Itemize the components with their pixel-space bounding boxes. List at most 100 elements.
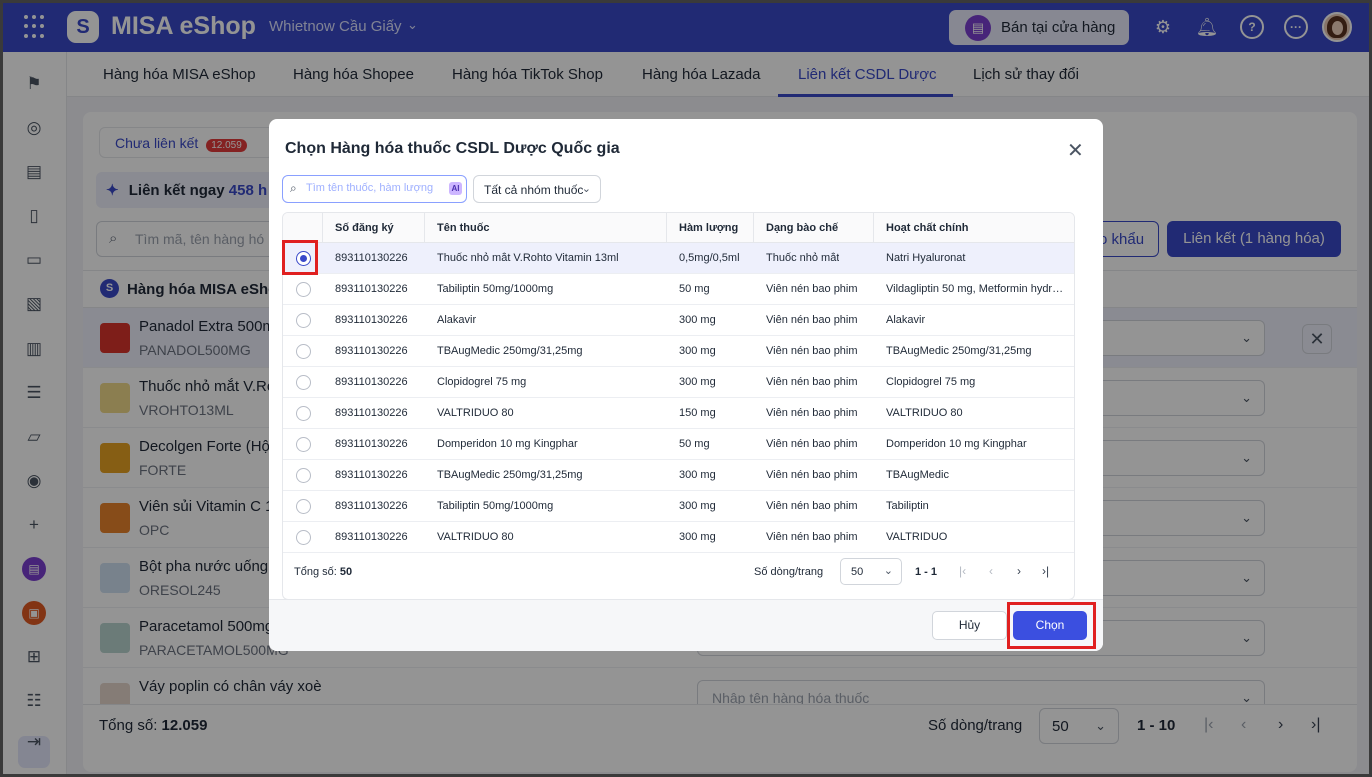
active-ingredient-cell: Clopidogrel 75 mg (886, 376, 976, 388)
dialog-rows-per-page-select[interactable]: 50 ⌄ (840, 558, 902, 585)
drug-search-placeholder: Tìm tên thuốc, hàm lượng (306, 182, 434, 194)
row-radio[interactable] (296, 499, 311, 514)
last-page-icon[interactable]: ›| (1042, 564, 1049, 578)
reg-no-cell: 893110130226 (335, 345, 408, 357)
table-row[interactable]: 893110130226 Clopidogrel 75 mg 300 mg Vi… (283, 367, 1074, 398)
column-divider (753, 213, 754, 243)
column-header-dosage: Hàm lượng (679, 222, 739, 234)
next-page-icon[interactable]: › (1017, 564, 1021, 578)
reg-no-cell: 893110130226 (335, 531, 408, 543)
prev-page-icon[interactable]: ‹ (989, 564, 993, 578)
form-cell: Viên nén bao phim (766, 283, 858, 295)
active-ingredient-cell: Domperidon 10 mg Kingphar (886, 438, 1027, 450)
table-row[interactable]: 893110130226 TBAugMedic 250mg/31,25mg 30… (283, 336, 1074, 367)
dosage-cell: 50 mg (679, 283, 710, 295)
reg-no-cell: 893110130226 (335, 252, 408, 264)
form-cell: Viên nén bao phim (766, 531, 858, 543)
table-row[interactable]: 893110130226 Tabiliptin 50mg/1000mg 50 m… (283, 274, 1074, 305)
active-ingredient-cell: Tabiliptin (886, 500, 929, 512)
row-radio[interactable] (296, 313, 311, 328)
form-cell: Viên nén bao phim (766, 314, 858, 326)
table-row[interactable]: 893110130226 VALTRIDUO 80 150 mg Viên né… (283, 398, 1074, 429)
table-row[interactable]: 893110130226 Alakavir 300 mg Viên nén ba… (283, 305, 1074, 336)
active-ingredient-cell: Natri Hyaluronat (886, 252, 966, 264)
active-ingredient-cell: Alakavir (886, 314, 926, 326)
cancel-button[interactable]: Hủy (932, 611, 1007, 640)
table-row[interactable]: 893110130226 Tabiliptin 50mg/1000mg 300 … (283, 491, 1074, 522)
reg-no-cell: 893110130226 (335, 407, 408, 419)
column-divider (873, 213, 874, 243)
column-header-drug-name: Tên thuốc (437, 222, 490, 234)
dosage-cell: 300 mg (679, 469, 716, 481)
first-page-icon[interactable]: |‹ (959, 564, 966, 578)
chevron-down-icon: ⌄ (883, 565, 893, 577)
form-cell: Viên nén bao phim (766, 500, 858, 512)
reg-no-cell: 893110130226 (335, 500, 408, 512)
selection-highlight-box (282, 240, 318, 275)
reg-no-cell: 893110130226 (335, 283, 408, 295)
dosage-cell: 300 mg (679, 500, 716, 512)
table-row[interactable]: 893110130226 VALTRIDUO 80 300 mg Viên né… (283, 522, 1074, 553)
drug-name-cell: Tabiliptin 50mg/1000mg (437, 500, 554, 512)
form-cell: Viên nén bao phim (766, 469, 858, 481)
select-pharma-product-dialog: Chọn Hàng hóa thuốc CSDL Dược Quốc gia ✕… (269, 119, 1103, 651)
dosage-cell: 300 mg (679, 345, 716, 357)
drug-name-cell: TBAugMedic 250mg/31,25mg (437, 469, 583, 481)
column-divider (424, 213, 425, 243)
row-radio[interactable] (296, 282, 311, 297)
drug-name-cell: VALTRIDUO 80 (437, 407, 514, 419)
drug-table: Số đăng ký Tên thuốc Hàm lượng Dạng bào … (282, 212, 1075, 600)
row-radio[interactable] (296, 437, 311, 452)
reg-no-cell: 893110130226 (335, 314, 408, 326)
ai-badge: AI (449, 182, 462, 195)
row-radio[interactable] (296, 344, 311, 359)
row-radio[interactable] (296, 530, 311, 545)
drug-group-filter-label: Tất cả nhóm thuốc (484, 183, 584, 197)
form-cell: Viên nén bao phim (766, 407, 858, 419)
reg-no-cell: 893110130226 (335, 469, 408, 481)
table-row[interactable]: 893110130226 Domperidon 10 mg Kingphar 5… (283, 429, 1074, 460)
dosage-cell: 50 mg (679, 438, 710, 450)
dialog-total-value: 50 (339, 566, 353, 578)
close-icon[interactable]: ✕ (1067, 138, 1084, 163)
reg-no-cell: 893110130226 (335, 438, 408, 450)
dialog-title: Chọn Hàng hóa thuốc CSDL Dược Quốc gia (285, 140, 620, 157)
column-divider (322, 213, 323, 243)
dialog-total-label: Tổng số: (294, 566, 337, 578)
table-row[interactable]: 893110130226 Thuốc nhỏ mắt V.Rohto Vitam… (283, 243, 1074, 274)
dialog-rows-per-page-label: Số dòng/trang (754, 566, 824, 578)
dialog-rows-per-page-value: 50 (851, 566, 864, 578)
form-cell: Thuốc nhỏ mắt (766, 252, 840, 264)
dosage-cell: 0,5mg/0,5ml (679, 252, 740, 264)
chevron-down-icon: ⌄ (581, 183, 591, 195)
form-cell: Viên nén bao phim (766, 376, 858, 388)
search-icon: ⌕ (290, 181, 297, 195)
active-ingredient-cell: TBAugMedic (886, 469, 949, 481)
form-cell: Viên nén bao phim (766, 438, 858, 450)
dosage-cell: 300 mg (679, 531, 716, 543)
drug-table-header: Số đăng ký Tên thuốc Hàm lượng Dạng bào … (283, 213, 1074, 243)
column-header-active-ingredient: Hoạt chất chính (886, 222, 969, 234)
drug-name-cell: Thuốc nhỏ mắt V.Rohto Vitamin 13ml (437, 252, 619, 264)
active-ingredient-cell: VALTRIDUO 80 (886, 407, 963, 419)
drug-name-cell: TBAugMedic 250mg/31,25mg (437, 345, 583, 357)
drug-name-cell: Tabiliptin 50mg/1000mg (437, 283, 554, 295)
dosage-cell: 150 mg (679, 407, 716, 419)
reg-no-cell: 893110130226 (335, 376, 408, 388)
drug-name-cell: Domperidon 10 mg Kingphar (437, 438, 578, 450)
drug-search-input[interactable]: ⌕ Tìm tên thuốc, hàm lượng AI (282, 175, 467, 203)
drug-name-cell: VALTRIDUO 80 (437, 531, 514, 543)
dialog-total-count: Tổng số: 50 (294, 566, 352, 578)
column-header-form: Dạng bào chế (766, 222, 839, 234)
choose-highlight-box (1007, 602, 1096, 649)
column-header-reg-no: Số đăng ký (335, 222, 394, 234)
drug-name-cell: Alakavir (437, 314, 477, 326)
dialog-page-range: 1 - 1 (915, 566, 938, 578)
drug-group-filter[interactable]: Tất cả nhóm thuốc ⌄ (473, 175, 601, 203)
form-cell: Viên nén bao phim (766, 345, 858, 357)
row-radio[interactable] (296, 468, 311, 483)
table-row[interactable]: 893110130226 TBAugMedic 250mg/31,25mg 30… (283, 460, 1074, 491)
row-radio[interactable] (296, 375, 311, 390)
row-radio[interactable] (296, 406, 311, 421)
column-divider (666, 213, 667, 243)
